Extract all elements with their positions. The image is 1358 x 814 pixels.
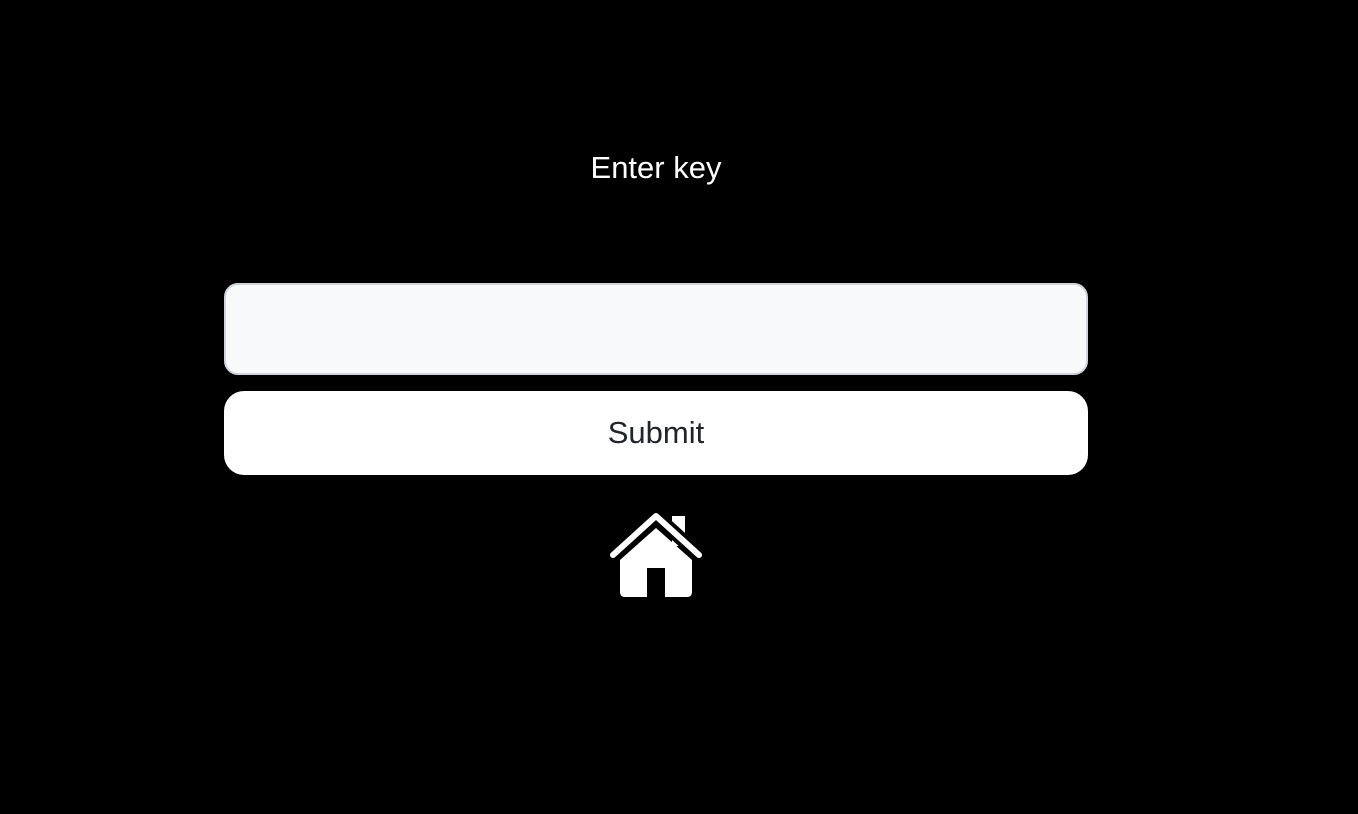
submit-button[interactable]: Submit [224,391,1088,475]
page: Enter key Submit [0,0,1358,814]
home-link[interactable] [608,510,704,600]
home-icon [608,510,704,597]
prompt-label: Enter key [590,150,722,185]
key-input[interactable] [224,283,1088,375]
